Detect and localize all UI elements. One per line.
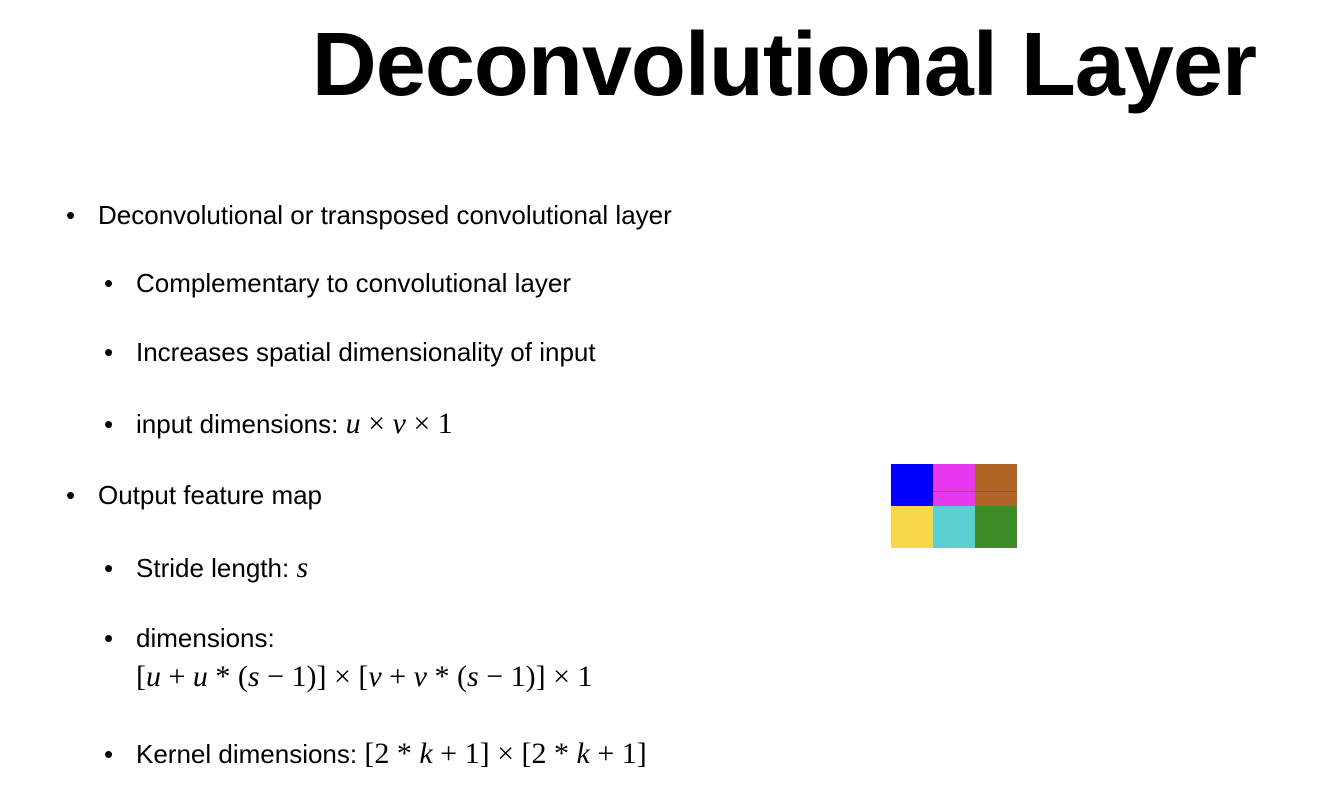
slide-title: Deconvolutional Layer	[311, 15, 1257, 115]
bullet-dimensions: • dimensions:	[104, 622, 275, 654]
grid-cell	[975, 506, 1017, 548]
grid-cell	[891, 506, 933, 548]
bullet-text: input dimensions:	[136, 409, 346, 439]
bullet-complementary: • Complementary to convolutional layer	[104, 267, 571, 299]
bullet-text: Stride length:	[136, 553, 297, 583]
bullet-dot: •	[104, 623, 114, 653]
bullet-deconvolutional: • Deconvolutional or transposed convolut…	[66, 199, 672, 231]
bullet-stride-length: • Stride length: s	[104, 551, 309, 584]
grid-divider-line	[933, 491, 1017, 492]
grid-cell	[933, 506, 975, 548]
bullet-text: dimensions:	[136, 623, 275, 653]
bullet-kernel-dimensions: • Kernel dimensions: [2 * k + 1] × [2 * …	[104, 737, 647, 770]
grid-cell	[891, 464, 933, 506]
grid-cell	[975, 464, 1017, 506]
kernel-dimensions-formula: [2 * k + 1] × [2 * k + 1]	[364, 737, 647, 770]
bullet-increases: • Increases spatial dimensionality of in…	[104, 336, 596, 368]
feature-map-grid	[891, 464, 1017, 548]
bullet-input-dimensions: • input dimensions: u × v × 1	[104, 407, 453, 440]
output-dimensions-formula: [u + u * (s − 1)] × [v + v * (s − 1)] × …	[136, 660, 593, 693]
stride-formula: s	[296, 551, 309, 584]
bullet-dot: •	[104, 268, 114, 298]
bullet-dot: •	[104, 409, 114, 439]
bullet-text: Deconvolutional or transposed convolutio…	[98, 200, 672, 230]
bullet-dot: •	[104, 337, 114, 367]
bullet-text: Complementary to convolutional layer	[136, 268, 571, 298]
bullet-dot: •	[104, 739, 114, 769]
bullet-text: Kernel dimensions:	[136, 739, 365, 769]
bullet-dot: •	[104, 553, 114, 583]
bullet-dot: •	[66, 480, 76, 510]
bullet-dot: •	[66, 200, 76, 230]
bullet-text: Increases spatial dimensionality of inpu…	[136, 337, 596, 367]
grid-cell	[933, 464, 975, 506]
bullet-text: Output feature map	[98, 480, 323, 510]
input-dimensions-formula: u × v × 1	[345, 407, 453, 440]
bullet-output-feature-map: • Output feature map	[66, 479, 323, 511]
